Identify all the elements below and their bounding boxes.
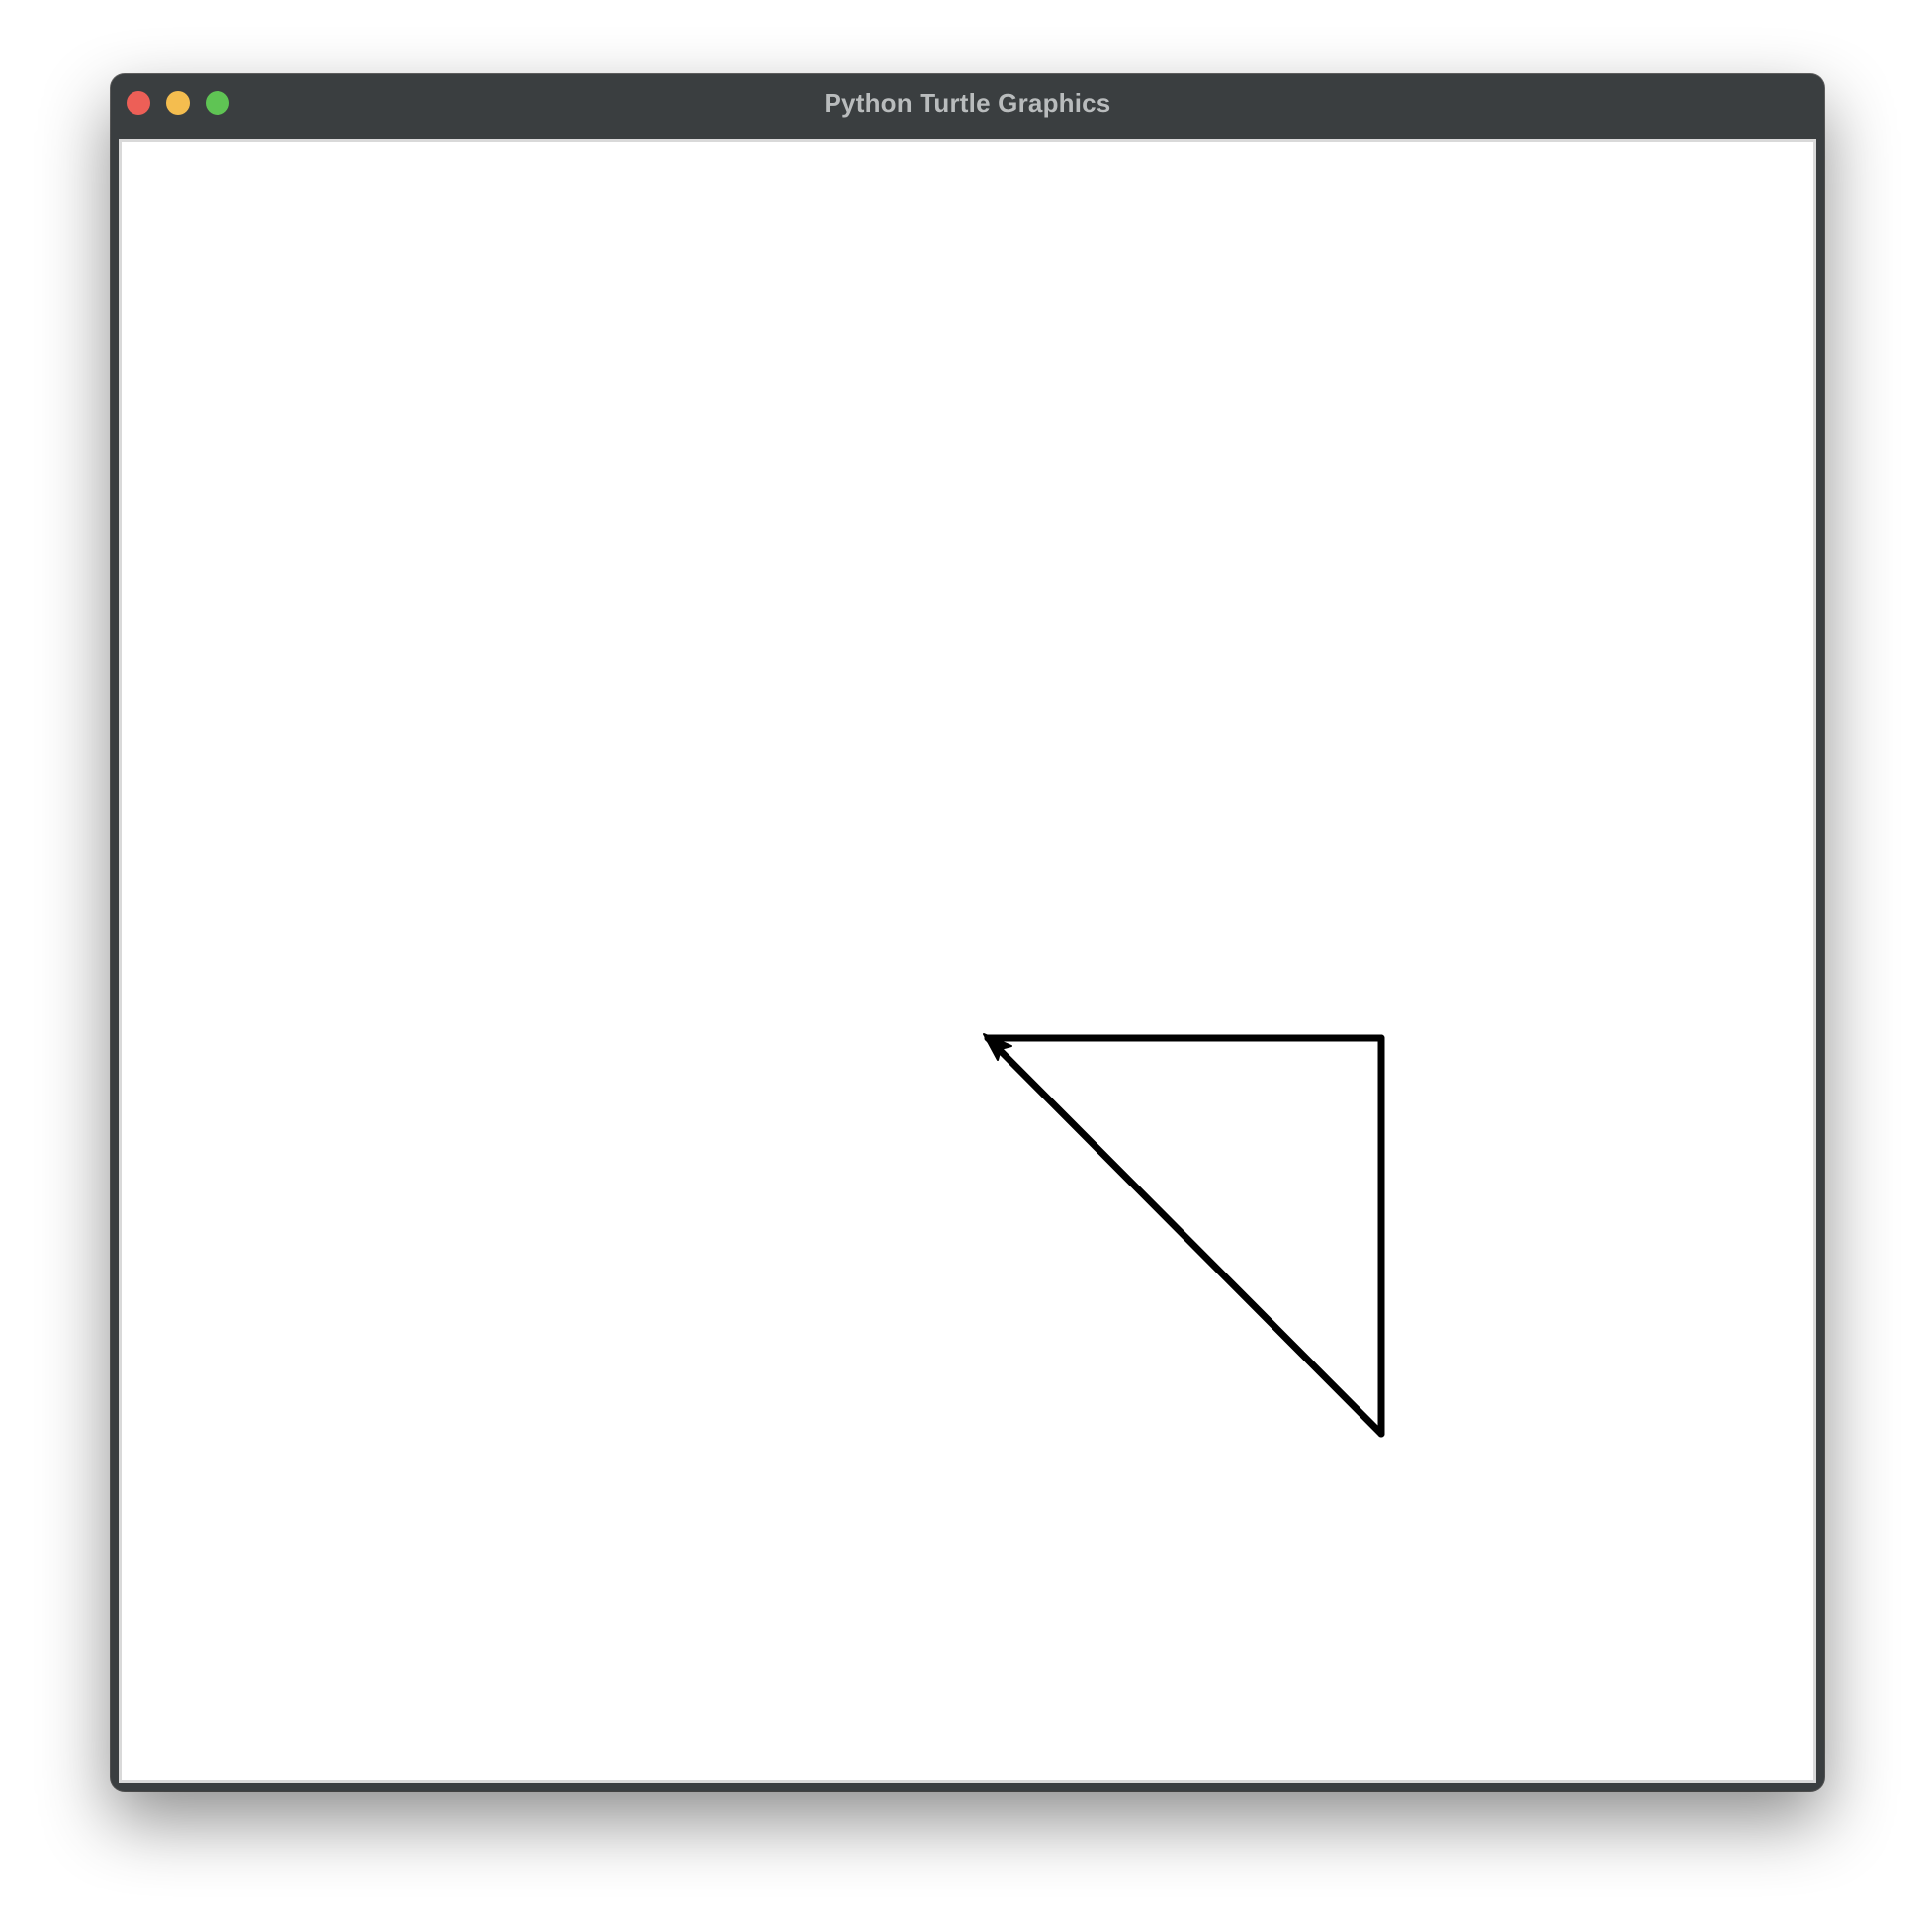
drawing-canvas[interactable] xyxy=(122,142,1813,1780)
desktop: Python Turtle Graphics xyxy=(0,0,1930,1932)
window-title: Python Turtle Graphics xyxy=(824,88,1111,118)
turtle-window: Python Turtle Graphics xyxy=(111,74,1824,1791)
triangle-hypotenuse-edge xyxy=(984,1034,1385,1438)
title-bar[interactable]: Python Turtle Graphics xyxy=(111,74,1824,132)
canvas-frame xyxy=(119,139,1816,1783)
drawing-surface xyxy=(983,1033,1385,1438)
